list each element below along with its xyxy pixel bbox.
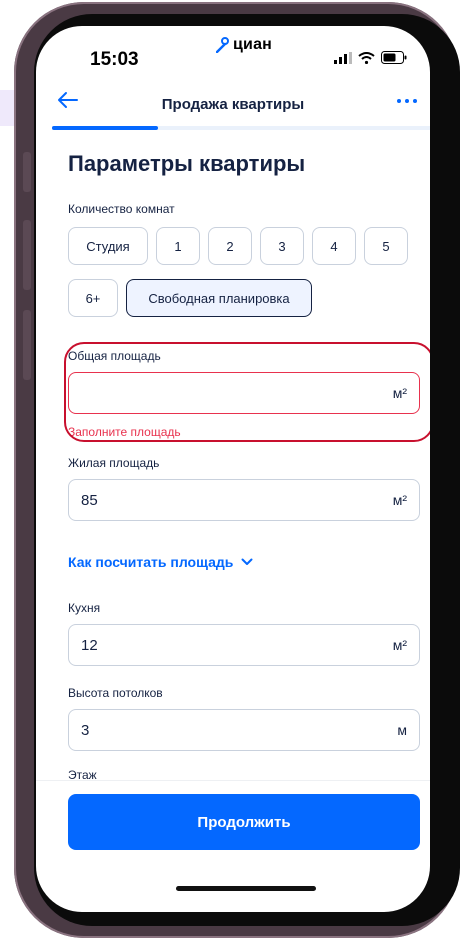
- how-to-calculate-link[interactable]: Как посчитать площадь: [68, 554, 253, 570]
- phone-side-button: [23, 152, 31, 192]
- room-option-3[interactable]: 3: [260, 227, 304, 265]
- living-area-unit: м²: [392, 492, 407, 508]
- rooms-label: Количество комнат: [68, 202, 175, 216]
- more-icon[interactable]: [396, 94, 418, 108]
- cian-logo: циан: [216, 36, 272, 54]
- phone-side-button: [23, 220, 31, 290]
- progress-bar-fill: [52, 126, 158, 130]
- living-area-label: Жилая площадь: [68, 456, 160, 470]
- ceiling-label: Высота потолков: [68, 686, 163, 700]
- page-title: Параметры квартиры: [68, 151, 306, 176]
- room-option-studio[interactable]: Студия: [68, 227, 148, 265]
- kitchen-label: Кухня: [68, 601, 101, 615]
- bottom-divider: [36, 780, 430, 781]
- header-title: Продажа квартиры: [161, 96, 305, 113]
- ceiling-field[interactable]: 3 м: [68, 709, 420, 751]
- progress-bar: [52, 126, 430, 130]
- status-time: 15:03: [90, 49, 139, 70]
- home-indicator: [176, 886, 316, 891]
- room-option-free-layout[interactable]: Свободная планировка: [126, 279, 312, 317]
- room-option-2[interactable]: 2: [208, 227, 252, 265]
- app-screen: 15:03 циан Продажа квартиры Параметры кв…: [36, 26, 430, 912]
- kitchen-unit: м²: [392, 637, 407, 653]
- error-highlight-annotation: [64, 342, 430, 442]
- wifi-icon: [358, 51, 375, 64]
- cian-logo-icon: [216, 37, 229, 53]
- room-option-6-plus[interactable]: 6+: [68, 279, 118, 317]
- phone-side-button: [23, 310, 31, 380]
- room-option-5[interactable]: 5: [364, 227, 408, 265]
- battery-icon: [381, 51, 407, 64]
- kitchen-field[interactable]: 12 м²: [68, 624, 420, 666]
- chevron-down-icon: [241, 558, 253, 565]
- signal-icon: [334, 51, 352, 64]
- ceiling-unit: м: [397, 722, 407, 738]
- kitchen-value: 12: [81, 636, 98, 654]
- room-option-4[interactable]: 4: [312, 227, 356, 265]
- status-icons: [334, 51, 407, 64]
- logo-text: циан: [233, 36, 273, 53]
- living-area-value: 85: [81, 491, 98, 509]
- ceiling-value: 3: [81, 721, 90, 739]
- continue-button[interactable]: Продолжить: [68, 794, 420, 850]
- living-area-field[interactable]: 85 м²: [68, 479, 420, 521]
- how-to-calculate-label: Как посчитать площадь: [68, 554, 234, 570]
- room-option-1[interactable]: 1: [156, 227, 200, 265]
